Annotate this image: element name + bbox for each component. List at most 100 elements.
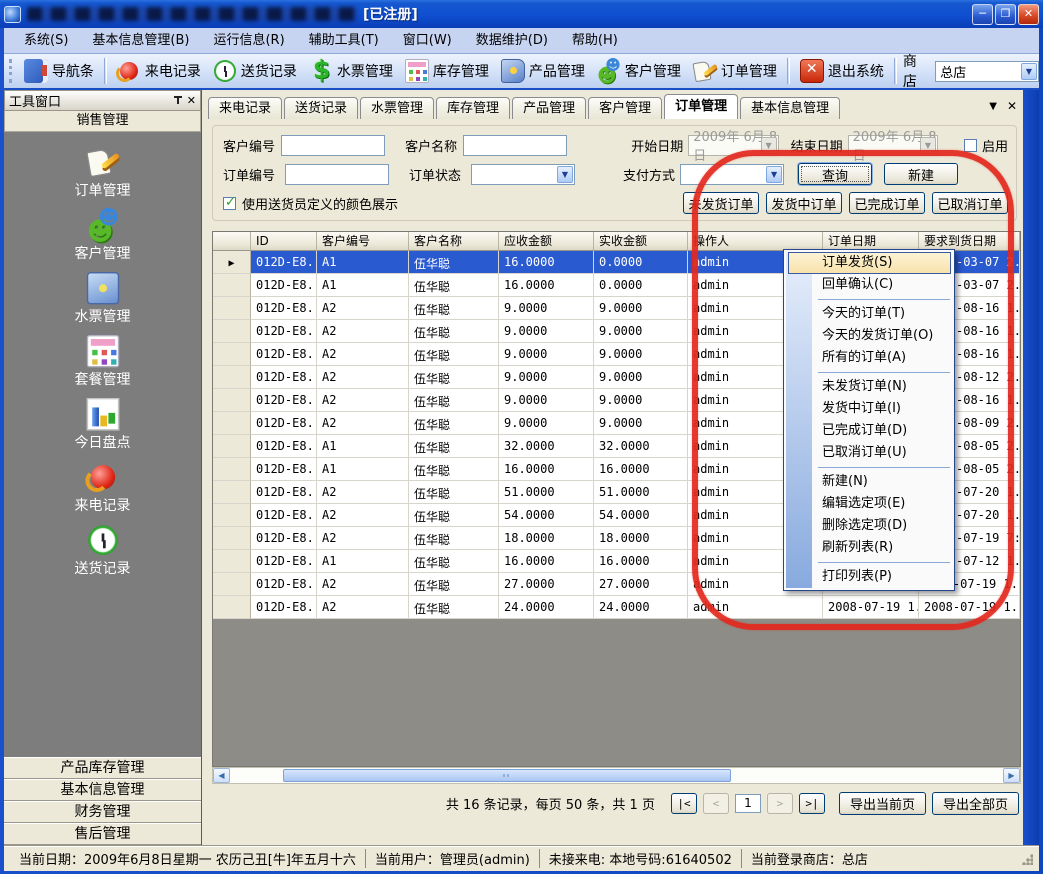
customer-name-input[interactable] — [463, 135, 567, 156]
order-no-input[interactable] — [285, 164, 389, 185]
order-status-filter-button[interactable]: 未发货订单 — [683, 192, 759, 214]
context-menu-item[interactable]: 新建(N) — [784, 471, 954, 493]
tab[interactable]: 订单管理 — [664, 94, 738, 119]
menu-item[interactable]: 窗口(W) — [391, 29, 464, 53]
row-selector-cell[interactable]: ▶ — [213, 412, 251, 435]
context-menu-item[interactable]: 所有的订单(A) — [784, 347, 954, 369]
context-menu-item[interactable] — [784, 296, 954, 303]
row-selector-cell[interactable]: ▶ — [213, 573, 251, 596]
row-selector-cell[interactable]: ▶ — [213, 251, 251, 274]
row-selector-cell[interactable]: ▶ — [213, 320, 251, 343]
sidebar-item[interactable]: 今日盘点 — [75, 398, 131, 461]
end-date-picker[interactable]: 2009年 6月 8日 ▼ — [848, 135, 938, 156]
menu-item[interactable]: 帮助(H) — [560, 29, 630, 53]
context-menu-item[interactable]: 发货中订单(I) — [784, 398, 954, 420]
sidebar-section-bar[interactable]: 产品库存管理 — [4, 757, 201, 779]
first-page-button[interactable]: |< — [671, 793, 697, 814]
toolbar-button[interactable]: 产品管理 — [495, 57, 591, 85]
context-menu-item[interactable]: 订单发货(S) — [788, 252, 951, 274]
shop-combobox[interactable]: 总店 ▼ — [935, 61, 1039, 82]
toolbar-button[interactable]: 送货记录 — [207, 57, 303, 85]
new-button[interactable]: 新建 — [884, 163, 958, 185]
column-header-selector[interactable] — [213, 232, 251, 251]
tab[interactable]: 产品管理 — [512, 97, 586, 119]
row-selector-cell[interactable]: ▶ — [213, 504, 251, 527]
row-selector-cell[interactable]: ▶ — [213, 297, 251, 320]
toolbar-button[interactable]: 客户管理 — [591, 57, 687, 85]
sidebar-section-bar[interactable]: 财务管理 — [4, 801, 201, 823]
menu-item[interactable]: 系统(S) — [12, 29, 80, 53]
toolbar-button[interactable]: 库存管理 — [399, 57, 495, 85]
row-selector-cell[interactable]: ▶ — [213, 389, 251, 412]
payment-combobox[interactable]: ▼ — [680, 164, 784, 185]
minimize-button[interactable]: ─ — [972, 4, 993, 25]
order-status-filter-button[interactable]: 已取消订单 — [932, 192, 1008, 214]
sidebar-item[interactable]: 来电记录 — [75, 461, 131, 524]
menu-item[interactable]: 辅助工具(T) — [297, 29, 391, 53]
sidebar-section-bar[interactable]: 售后管理 — [4, 823, 201, 845]
tab[interactable]: 水票管理 — [360, 97, 434, 119]
toolbar-button[interactable] — [787, 58, 790, 84]
sidebar-section-sales[interactable]: 销售管理 — [4, 111, 201, 132]
sidebar-item[interactable]: 客户管理 — [75, 209, 131, 272]
maximize-button[interactable]: ❐ — [995, 4, 1016, 25]
row-selector-cell[interactable]: ▶ — [213, 274, 251, 297]
start-date-picker[interactable]: 2009年 6月 8日 ▼ — [688, 135, 778, 156]
query-button[interactable]: 查询 — [798, 163, 872, 185]
context-menu-item[interactable]: 编辑选定项(E) — [784, 493, 954, 515]
order-status-combobox[interactable]: ▼ — [471, 164, 575, 185]
row-selector-cell[interactable]: ▶ — [213, 596, 251, 619]
next-page-button[interactable]: > — [767, 793, 793, 814]
chevron-down-icon[interactable]: ▼ — [557, 166, 573, 183]
pin-icon[interactable] — [172, 95, 183, 106]
tab[interactable]: 送货记录 — [284, 97, 358, 119]
chevron-down-icon[interactable]: ▼ — [1021, 63, 1037, 80]
toolbar-button[interactable] — [894, 58, 897, 84]
customer-no-input[interactable] — [281, 135, 385, 156]
toolbar-button[interactable]: 订单管理 — [687, 57, 783, 85]
row-selector-cell[interactable]: ▶ — [213, 343, 251, 366]
context-menu-item[interactable]: 打印列表(P) — [784, 566, 954, 588]
context-menu-item[interactable]: 回单确认(C) — [784, 274, 954, 296]
column-header-receivable[interactable]: 应收金额 — [499, 232, 594, 251]
color-display-checkbox[interactable] — [223, 197, 236, 210]
horizontal-scrollbar[interactable]: ◀ ▶ — [212, 767, 1021, 784]
chevron-down-icon[interactable]: ▼ — [989, 101, 997, 112]
row-selector-cell[interactable]: ▶ — [213, 550, 251, 573]
context-menu-item[interactable]: 刷新列表(R) — [784, 537, 954, 559]
tab[interactable]: 库存管理 — [436, 97, 510, 119]
context-menu-item[interactable]: 今天的订单(T) — [784, 303, 954, 325]
order-status-filter-button[interactable]: 已完成订单 — [849, 192, 925, 214]
context-menu-item[interactable] — [784, 369, 954, 376]
chevron-down-icon[interactable]: ▼ — [920, 137, 936, 154]
column-header-received[interactable]: 实收金额 — [594, 232, 688, 251]
context-menu-item[interactable]: 已取消订单(U) — [784, 442, 954, 464]
toolbar-drag-handle[interactable] — [9, 59, 14, 83]
column-header-id[interactable]: ID — [251, 232, 317, 251]
tab[interactable]: 客户管理 — [588, 97, 662, 119]
order-status-filter-button[interactable]: 发货中订单 — [766, 192, 842, 214]
close-icon[interactable]: ✕ — [1007, 99, 1017, 113]
context-menu-item[interactable]: 未发货订单(N) — [784, 376, 954, 398]
sidebar-item[interactable]: 水票管理 — [75, 272, 131, 335]
tab[interactable]: 来电记录 — [208, 97, 282, 119]
sidebar-section-bar[interactable]: 基本信息管理 — [4, 779, 201, 801]
last-page-button[interactable]: >| — [799, 793, 825, 814]
toolbar-button[interactable] — [104, 58, 107, 84]
row-selector-cell[interactable]: ▶ — [213, 366, 251, 389]
close-icon[interactable]: ✕ — [187, 95, 196, 106]
chevron-down-icon[interactable]: ▼ — [766, 166, 782, 183]
sidebar-item[interactable]: 送货记录 — [75, 524, 131, 587]
row-selector-cell[interactable]: ▶ — [213, 435, 251, 458]
context-menu-item[interactable] — [784, 559, 954, 566]
context-menu-item[interactable] — [784, 464, 954, 471]
row-selector-cell[interactable]: ▶ — [213, 458, 251, 481]
prev-page-button[interactable]: < — [703, 793, 729, 814]
column-header-customer-name[interactable]: 客户名称 — [409, 232, 499, 251]
context-menu-item[interactable]: 已完成订单(D) — [784, 420, 954, 442]
sidebar-item[interactable]: 套餐管理 — [75, 335, 131, 398]
menu-item[interactable]: 运行信息(R) — [201, 29, 296, 53]
close-button[interactable]: ✕ — [1018, 4, 1039, 25]
row-selector-cell[interactable]: ▶ — [213, 481, 251, 504]
export-current-page-button[interactable]: 导出当前页 — [839, 792, 926, 815]
